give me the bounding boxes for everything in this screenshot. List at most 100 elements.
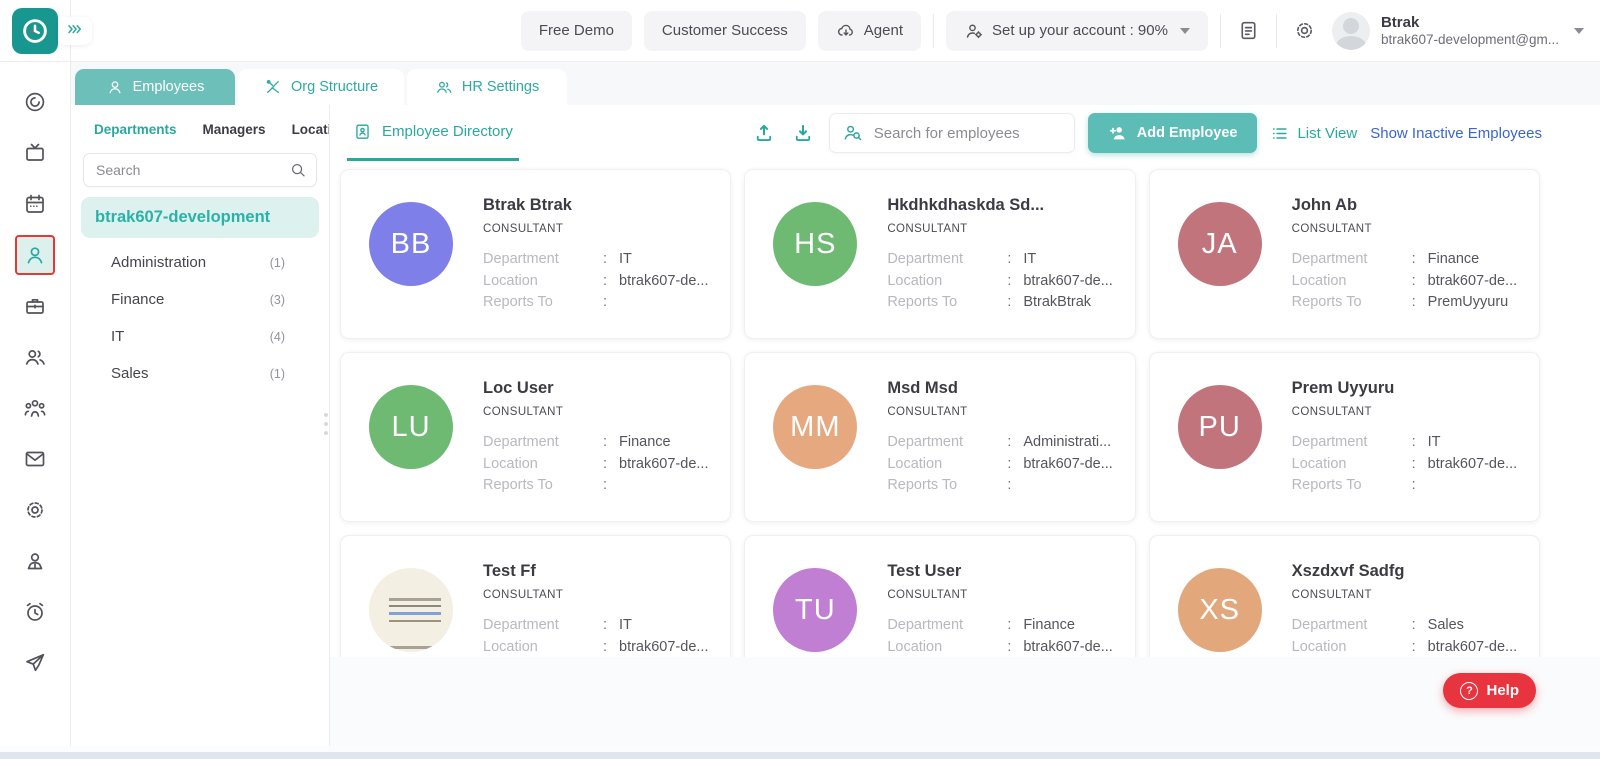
documents-button[interactable]: [1233, 15, 1264, 46]
account-setup-button[interactable]: Set up your account : 90%: [946, 10, 1208, 51]
module-tabs: Employees Org Structure HR Settings: [71, 62, 1600, 105]
gear-icon: [23, 498, 47, 522]
field-label: Location: [887, 638, 943, 655]
department-item-administration[interactable]: Administration (1): [71, 244, 329, 281]
field-value: btrak607-de...: [1023, 455, 1113, 472]
field-label: Location: [483, 638, 538, 655]
list-view-button[interactable]: List View: [1270, 124, 1357, 143]
department-item-sales[interactable]: Sales (1): [71, 355, 329, 392]
alarm-icon: [23, 600, 47, 624]
employee-title: CONSULTANT: [1291, 223, 1372, 235]
department-item-it[interactable]: IT (4): [71, 318, 329, 355]
employee-cards-viewport[interactable]: BB Btrak Btrak CONSULTANT Department: IT Loca…: [330, 161, 1600, 657]
field-label: Department: [483, 617, 559, 633]
employee-card[interactable]: LU Loc User CONSULTANT Department: Finance Lo…: [340, 352, 732, 522]
employee-avatar: PU: [1177, 385, 1262, 469]
field-value: IT: [619, 251, 632, 267]
bottom-scroll-track[interactable]: [0, 746, 1600, 759]
employee-avatar: LU: [369, 385, 453, 469]
sidebar-item-gear[interactable]: [0, 484, 70, 535]
employee-card[interactable]: PU Prem Uyyuru CONSULTANT Department: IT Loca…: [1148, 352, 1540, 522]
cloud-download-icon: [836, 21, 856, 41]
field-label: Department: [887, 434, 964, 450]
department-name: Administration: [111, 254, 207, 271]
document-icon: [1237, 19, 1260, 42]
tab-employee-directory[interactable]: Employee Directory: [347, 105, 519, 161]
field-value: PremUyyuru: [1427, 294, 1509, 310]
topbar-link-agent[interactable]: Agent: [817, 10, 921, 51]
employee-card[interactable]: MM Msd Msd CONSULTANT Department: Administra…: [744, 352, 1136, 522]
field-label: Location: [483, 272, 538, 289]
settings-button[interactable]: [1289, 15, 1320, 46]
employee-card[interactable]: TU Test User CONSULTANT Department: Finance L…: [744, 535, 1136, 657]
field-label: Location: [1291, 455, 1347, 472]
panel-tab-departments[interactable]: Departments: [94, 122, 177, 137]
add-employee-button[interactable]: Add Employee: [1087, 113, 1258, 153]
sidebar-item-send[interactable]: [0, 637, 70, 688]
export-employees-button[interactable]: [790, 120, 816, 146]
employee-title: CONSULTANT: [887, 223, 968, 235]
employee-avatar: BB: [369, 202, 453, 286]
employee-search-input[interactable]: [828, 113, 1075, 153]
department-item-finance[interactable]: Finance (3): [71, 281, 329, 318]
field-value: btrak607-de...: [619, 455, 709, 472]
tab-hr-settings[interactable]: HR Settings: [407, 69, 568, 105]
organization-item[interactable]: btrak607-development: [81, 197, 319, 238]
sidebar-item-team[interactable]: [0, 382, 70, 433]
tab-org-structure[interactable]: Org Structure: [238, 69, 405, 105]
user-text: Btrak btrak607-development@gm...: [1381, 14, 1559, 48]
field-value: BtrakBtrak: [1023, 294, 1092, 310]
sidebar-item-alarm[interactable]: [0, 586, 70, 637]
employee-card[interactable]: XS Xszdxvf Sadfg CONSULTANT Department: Sale…: [1148, 535, 1540, 657]
employee-title: CONSULTANT: [483, 406, 564, 418]
employee-avatar: MM: [773, 385, 858, 469]
app-logo[interactable]: [12, 7, 58, 54]
department-name: Sales: [111, 365, 149, 382]
employee-name: Test User: [887, 562, 962, 580]
field-label: Department: [1291, 434, 1368, 450]
chevron-down-icon: [1179, 27, 1190, 34]
sidebar-item-employee[interactable]: [0, 229, 70, 280]
sidebar-item-calendar[interactable]: [0, 178, 70, 229]
expand-sidebar-button[interactable]: [58, 16, 92, 45]
employee-title: CONSULTANT: [483, 589, 564, 601]
user-menu[interactable]: Btrak btrak607-development@gm...: [1331, 11, 1584, 50]
import-employees-button[interactable]: [751, 120, 777, 146]
panel-tab-managers[interactable]: Managers: [203, 122, 266, 137]
help-label: Help: [1486, 682, 1519, 699]
sidebar-item-tv[interactable]: [0, 127, 70, 178]
employee-name: Hkdhkdhaskda Sd...: [887, 196, 1045, 214]
field-label: Department: [483, 251, 559, 267]
sidebar-item-people[interactable]: [0, 331, 70, 382]
field-value: btrak607-de...: [619, 272, 709, 289]
tools-icon: [264, 78, 282, 96]
sidebar-item-briefcase[interactable]: [0, 280, 70, 331]
panel-resize-handle[interactable]: [324, 413, 328, 435]
field-label: Reports To: [887, 294, 958, 310]
topbar-link-free-demo[interactable]: Free Demo: [520, 10, 632, 51]
download-icon: [792, 122, 814, 144]
help-button[interactable]: ? Help: [1443, 673, 1536, 708]
sidebar-item-user-badge[interactable]: [0, 535, 70, 586]
tab-employees[interactable]: Employees: [75, 69, 235, 105]
sidebar-nav: [0, 62, 71, 759]
employee-card[interactable]: BB Btrak Btrak CONSULTANT Department: IT Loca…: [340, 169, 732, 339]
panel-tab-locations[interactable]: Locations: [292, 122, 329, 137]
topbar-actions: Free Demo Customer Success Agent Set up yo…: [520, 10, 1600, 51]
panel-tabs: Departments Managers Locations: [71, 105, 329, 149]
employee-card[interactable]: Test Ff CONSULTANT Department: IT Location: b…: [340, 535, 732, 657]
show-inactive-employees-link[interactable]: Show Inactive Employees: [1370, 125, 1542, 142]
sidebar-item-target[interactable]: [0, 76, 70, 127]
field-value: btrak607-de...: [619, 638, 709, 655]
employee-name: Msd Msd: [887, 379, 958, 397]
account-setup-label: Set up your account : 90%: [992, 22, 1168, 39]
employee-card[interactable]: HS Hkdhkdhaskda Sd... CONSULTANT Department…: [744, 169, 1136, 339]
department-count: (4): [269, 329, 285, 344]
field-value: btrak607-de...: [1023, 638, 1113, 655]
field-value: btrak607-de...: [1023, 272, 1113, 289]
employee-card[interactable]: JA John Ab CONSULTANT Department: Finance Loc…: [1148, 169, 1540, 339]
department-search-input[interactable]: [83, 153, 317, 187]
topbar-link-customer-success[interactable]: Customer Success: [643, 10, 806, 51]
department-name: Finance: [111, 291, 165, 308]
sidebar-item-mail[interactable]: [0, 433, 70, 484]
